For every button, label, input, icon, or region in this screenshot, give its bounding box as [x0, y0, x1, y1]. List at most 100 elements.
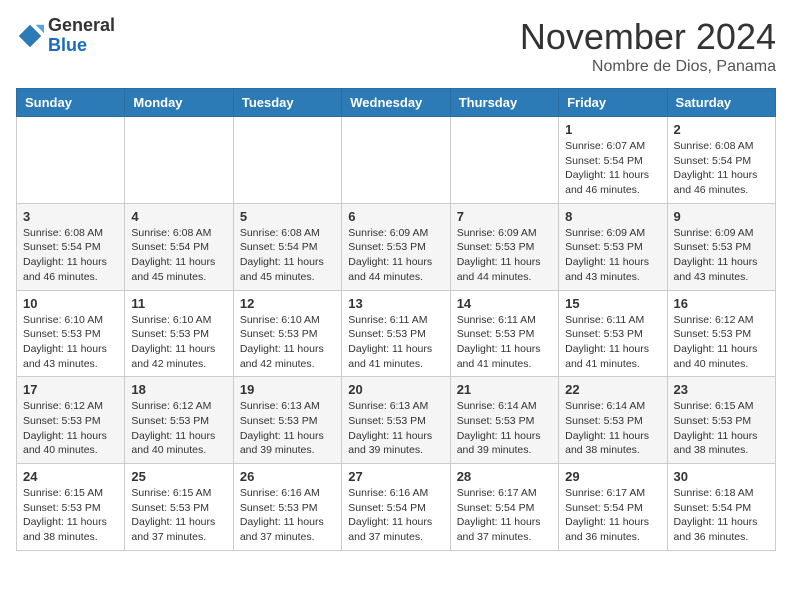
- weekday-header-saturday: Saturday: [667, 89, 775, 117]
- day-info: Sunrise: 6:15 AMSunset: 5:53 PMDaylight:…: [131, 486, 226, 545]
- day-number: 17: [23, 382, 118, 397]
- calendar-cell: 3Sunrise: 6:08 AMSunset: 5:54 PMDaylight…: [17, 203, 125, 290]
- calendar-cell: 11 Sunrise: 6:10 AMSunset: 5:53 PMDayligh…: [125, 290, 233, 377]
- day-info: Sunrise: 6:12 AMSunset: 5:53 PMDaylight:…: [674, 313, 769, 372]
- calendar-cell: [233, 117, 341, 204]
- day-number: 26: [240, 469, 335, 484]
- calendar-cell: [17, 117, 125, 204]
- day-info: Sunrise: 6:11 AMSunset: 5:53 PMDaylight:…: [348, 313, 443, 372]
- day-info: Sunrise: 6:11 AMSunset: 5:53 PMDaylight:…: [457, 313, 552, 372]
- day-info: Sunrise: 6:10 AMSunset: 5:53 PMDaylight:…: [131, 313, 226, 372]
- day-number: 18: [131, 382, 226, 397]
- day-number: 11: [131, 296, 226, 311]
- day-number: 10: [23, 296, 118, 311]
- day-info: Sunrise: 6:08 AMSunset: 5:54 PMDaylight:…: [240, 226, 335, 285]
- day-number: 24: [23, 469, 118, 484]
- calendar-cell: 16 Sunrise: 6:12 AMSunset: 5:53 PMDayligh…: [667, 290, 775, 377]
- day-info: Sunrise: 6:09 AMSunset: 5:53 PMDaylight:…: [348, 226, 443, 285]
- day-info: Sunrise: 6:17 AMSunset: 5:54 PMDaylight:…: [565, 486, 660, 545]
- calendar-cell: 30 Sunrise: 6:18 AMSunset: 5:54 PMDayligh…: [667, 464, 775, 551]
- week-row-2: 3Sunrise: 6:08 AMSunset: 5:54 PMDaylight…: [17, 203, 776, 290]
- day-info: Sunrise: 6:08 AMSunset: 5:54 PMDaylight:…: [131, 226, 226, 285]
- day-info: Sunrise: 6:08 AMSunset: 5:54 PMDaylight:…: [23, 226, 118, 285]
- calendar-cell: 14 Sunrise: 6:11 AMSunset: 5:53 PMDayligh…: [450, 290, 558, 377]
- day-info: Sunrise: 6:17 AMSunset: 5:54 PMDaylight:…: [457, 486, 552, 545]
- calendar-cell: 29 Sunrise: 6:17 AMSunset: 5:54 PMDayligh…: [559, 464, 667, 551]
- day-info: Sunrise: 6:14 AMSunset: 5:53 PMDaylight:…: [565, 399, 660, 458]
- calendar-cell: 27Sunrise: 6:16 AMSunset: 5:54 PMDayligh…: [342, 464, 450, 551]
- weekday-header-thursday: Thursday: [450, 89, 558, 117]
- day-number: 15: [565, 296, 660, 311]
- day-number: 9: [674, 209, 769, 224]
- logo: General Blue: [16, 16, 115, 56]
- calendar-cell: 5 Sunrise: 6:08 AMSunset: 5:54 PMDaylight…: [233, 203, 341, 290]
- day-number: 14: [457, 296, 552, 311]
- day-info: Sunrise: 6:18 AMSunset: 5:54 PMDaylight:…: [674, 486, 769, 545]
- calendar-cell: [125, 117, 233, 204]
- day-info: Sunrise: 6:11 AMSunset: 5:53 PMDaylight:…: [565, 313, 660, 372]
- week-row-5: 24 Sunrise: 6:15 AMSunset: 5:53 PMDayligh…: [17, 464, 776, 551]
- calendar-cell: [450, 117, 558, 204]
- calendar-cell: 17 Sunrise: 6:12 AMSunset: 5:53 PMDayligh…: [17, 377, 125, 464]
- calendar-cell: 26 Sunrise: 6:16 AMSunset: 5:53 PMDayligh…: [233, 464, 341, 551]
- day-number: 20: [348, 382, 443, 397]
- day-info: Sunrise: 6:10 AMSunset: 5:53 PMDaylight:…: [240, 313, 335, 372]
- week-row-1: 1 Sunrise: 6:07 AMSunset: 5:54 PMDaylight…: [17, 117, 776, 204]
- calendar-cell: 15 Sunrise: 6:11 AMSunset: 5:53 PMDayligh…: [559, 290, 667, 377]
- day-info: Sunrise: 6:10 AMSunset: 5:53 PMDaylight:…: [23, 313, 118, 372]
- weekday-header-tuesday: Tuesday: [233, 89, 341, 117]
- calendar-cell: 28 Sunrise: 6:17 AMSunset: 5:54 PMDayligh…: [450, 464, 558, 551]
- day-number: 22: [565, 382, 660, 397]
- day-info: Sunrise: 6:09 AMSunset: 5:53 PMDaylight:…: [457, 226, 552, 285]
- month-title: November 2024: [520, 16, 776, 58]
- calendar-cell: 4Sunrise: 6:08 AMSunset: 5:54 PMDaylight…: [125, 203, 233, 290]
- day-number: 21: [457, 382, 552, 397]
- day-number: 28: [457, 469, 552, 484]
- day-number: 16: [674, 296, 769, 311]
- calendar-cell: 8 Sunrise: 6:09 AMSunset: 5:53 PMDaylight…: [559, 203, 667, 290]
- day-number: 1: [565, 122, 660, 137]
- day-number: 25: [131, 469, 226, 484]
- calendar-cell: 21 Sunrise: 6:14 AMSunset: 5:53 PMDayligh…: [450, 377, 558, 464]
- day-number: 30: [674, 469, 769, 484]
- day-info: Sunrise: 6:07 AMSunset: 5:54 PMDaylight:…: [565, 139, 660, 198]
- calendar-cell: 25 Sunrise: 6:15 AMSunset: 5:53 PMDayligh…: [125, 464, 233, 551]
- day-info: Sunrise: 6:16 AMSunset: 5:53 PMDaylight:…: [240, 486, 335, 545]
- weekday-header-friday: Friday: [559, 89, 667, 117]
- day-number: 29: [565, 469, 660, 484]
- day-number: 5: [240, 209, 335, 224]
- day-number: 8: [565, 209, 660, 224]
- day-number: 7: [457, 209, 552, 224]
- weekday-header-sunday: Sunday: [17, 89, 125, 117]
- calendar-cell: 2Sunrise: 6:08 AMSunset: 5:54 PMDaylight…: [667, 117, 775, 204]
- day-info: Sunrise: 6:12 AMSunset: 5:53 PMDaylight:…: [131, 399, 226, 458]
- logo-text: General Blue: [48, 16, 115, 56]
- day-info: Sunrise: 6:09 AMSunset: 5:53 PMDaylight:…: [565, 226, 660, 285]
- weekday-header-row: SundayMondayTuesdayWednesdayThursdayFrid…: [17, 89, 776, 117]
- day-info: Sunrise: 6:15 AMSunset: 5:53 PMDaylight:…: [23, 486, 118, 545]
- calendar-cell: 6Sunrise: 6:09 AMSunset: 5:53 PMDaylight…: [342, 203, 450, 290]
- logo-icon: [16, 22, 44, 50]
- calendar-cell: 13Sunrise: 6:11 AMSunset: 5:53 PMDayligh…: [342, 290, 450, 377]
- day-number: 12: [240, 296, 335, 311]
- day-info: Sunrise: 6:09 AMSunset: 5:53 PMDaylight:…: [674, 226, 769, 285]
- day-info: Sunrise: 6:16 AMSunset: 5:54 PMDaylight:…: [348, 486, 443, 545]
- calendar-cell: 20Sunrise: 6:13 AMSunset: 5:53 PMDayligh…: [342, 377, 450, 464]
- calendar-cell: 23Sunrise: 6:15 AMSunset: 5:53 PMDayligh…: [667, 377, 775, 464]
- calendar-table: SundayMondayTuesdayWednesdayThursdayFrid…: [16, 88, 776, 551]
- week-row-3: 10 Sunrise: 6:10 AMSunset: 5:53 PMDayligh…: [17, 290, 776, 377]
- day-info: Sunrise: 6:12 AMSunset: 5:53 PMDaylight:…: [23, 399, 118, 458]
- day-info: Sunrise: 6:08 AMSunset: 5:54 PMDaylight:…: [674, 139, 769, 198]
- calendar-cell: [342, 117, 450, 204]
- week-row-4: 17 Sunrise: 6:12 AMSunset: 5:53 PMDayligh…: [17, 377, 776, 464]
- day-number: 23: [674, 382, 769, 397]
- day-number: 19: [240, 382, 335, 397]
- calendar-cell: 22 Sunrise: 6:14 AMSunset: 5:53 PMDayligh…: [559, 377, 667, 464]
- calendar-cell: 10 Sunrise: 6:10 AMSunset: 5:53 PMDayligh…: [17, 290, 125, 377]
- calendar-cell: 12 Sunrise: 6:10 AMSunset: 5:53 PMDayligh…: [233, 290, 341, 377]
- day-info: Sunrise: 6:14 AMSunset: 5:53 PMDaylight:…: [457, 399, 552, 458]
- weekday-header-monday: Monday: [125, 89, 233, 117]
- calendar-cell: 9 Sunrise: 6:09 AMSunset: 5:53 PMDaylight…: [667, 203, 775, 290]
- title-block: November 2024 Nombre de Dios, Panama: [520, 16, 776, 76]
- calendar-cell: 1 Sunrise: 6:07 AMSunset: 5:54 PMDaylight…: [559, 117, 667, 204]
